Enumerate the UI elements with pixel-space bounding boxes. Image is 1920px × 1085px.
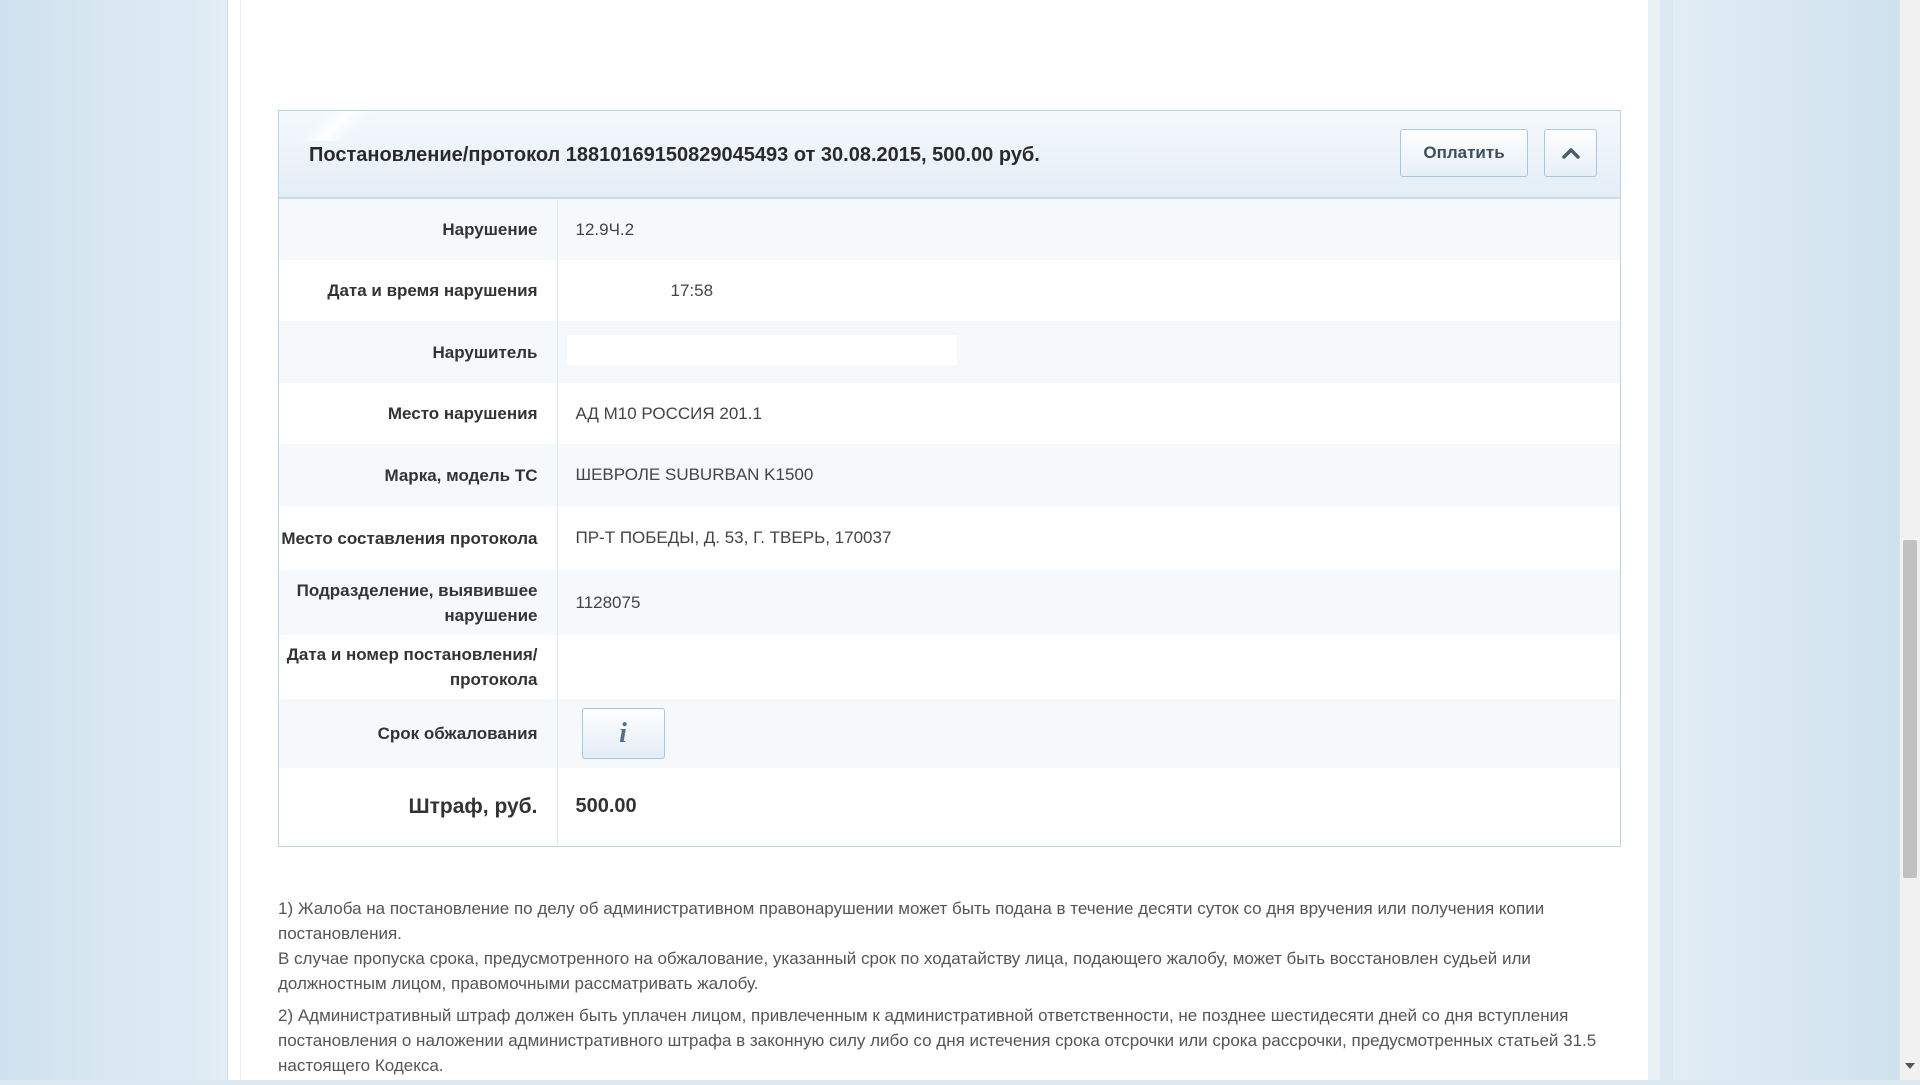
row-value-protocol-place: ПР-Т ПОБЕДЫ, Д. 53, Г. ТВЕРЬ, 170037 (557, 506, 1620, 570)
row-value-violator (557, 321, 1620, 383)
table-row: Нарушение 12.9Ч.2 (279, 199, 1620, 260)
row-label-violator: Нарушитель (279, 321, 558, 383)
row-value-violation: 12.9Ч.2 (557, 199, 1620, 260)
header-shine (279, 111, 369, 141)
pay-button[interactable]: Оплатить (1400, 129, 1528, 177)
table-row: Подразделение, выявившее нарушение 11280… (279, 570, 1620, 635)
row-label-appeal: Срок обжалования (279, 699, 558, 768)
row-label-place: Место нарушения (279, 383, 558, 444)
collapse-button[interactable] (1544, 129, 1597, 177)
table-row: Штраф, руб. 500.00 (279, 768, 1620, 845)
note-1-text: 1) Жалоба на постановление по делу об ад… (278, 899, 1545, 943)
row-label-datetime: Дата и время нарушения (279, 260, 558, 321)
row-label-fine: Штраф, руб. (279, 768, 558, 845)
note-1-extra: В случае пропуска срока, предусмотренног… (278, 949, 1531, 993)
scroll-down-icon[interactable] (1905, 1063, 1915, 1069)
page-inner-border (240, 0, 241, 1080)
table-row: Дата и номер постановления/протокола (279, 635, 1620, 699)
table-row: Марка, модель ТС ШЕВРОЛЕ SUBURBAN K1500 (279, 444, 1620, 506)
row-label-violation: Нарушение (279, 199, 558, 260)
violation-time: 17:58 (670, 280, 714, 300)
row-value-appeal: i (557, 699, 1620, 768)
row-value-fine: 500.00 (557, 768, 1620, 845)
violation-card: Постановление/протокол 18810169150829045… (278, 110, 1621, 847)
row-label-division: Подразделение, выявившее нарушение (279, 570, 558, 635)
note-2: 2) Административный штраф должен быть уп… (278, 1006, 1597, 1075)
table-row: Нарушитель (279, 321, 1620, 383)
table-row: Дата и время нарушения 17:58 (279, 260, 1620, 321)
note-1: 1) Жалоба на постановление по делу об ад… (278, 896, 1628, 996)
card-header: Постановление/протокол 18810169150829045… (279, 111, 1620, 199)
footnotes: 1) Жалоба на постановление по делу об ад… (278, 896, 1628, 1085)
row-label-vehicle: Марка, модель ТС (279, 444, 558, 506)
row-value-decision (557, 635, 1620, 699)
scrollbar-thumb[interactable] (1903, 540, 1917, 878)
card-title: Постановление/протокол 18810169150829045… (309, 144, 1040, 166)
details-table: Нарушение 12.9Ч.2 Дата и время нарушения… (279, 199, 1620, 845)
table-row: Срок обжалования i (279, 699, 1620, 768)
row-value-division: 1128075 (557, 570, 1620, 635)
info-button[interactable]: i (581, 708, 665, 759)
table-row: Место нарушения АД М10 РОССИЯ 201.1 (279, 383, 1620, 444)
row-value-vehicle: ШЕВРОЛЕ SUBURBAN K1500 (557, 444, 1620, 506)
vertical-scrollbar[interactable] (1899, 0, 1920, 1080)
row-value-datetime: 17:58 (557, 260, 1620, 321)
row-label-decision: Дата и номер постановления/протокола (279, 635, 558, 699)
redacted-field (566, 334, 957, 365)
row-value-place: АД М10 РОССИЯ 201.1 (557, 383, 1620, 444)
chevron-up-icon (1561, 148, 1580, 159)
page-background-right (1673, 0, 1899, 1080)
row-label-protocol-place: Место составления протокола (279, 506, 558, 570)
page-background-left (0, 0, 227, 1080)
table-row: Место составления протокола ПР-Т ПОБЕДЫ,… (279, 506, 1620, 570)
